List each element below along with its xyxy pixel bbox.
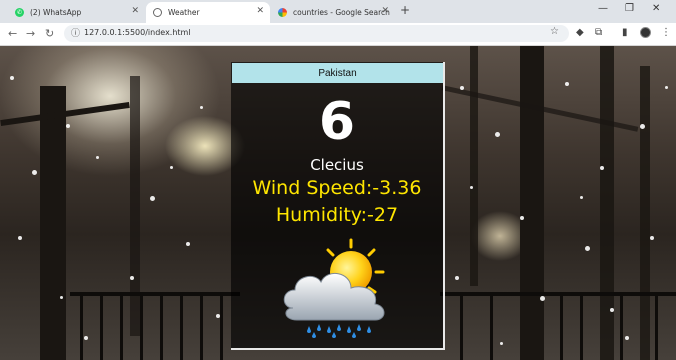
tree-trunk (470, 46, 478, 286)
snowflake (610, 308, 614, 312)
snowflake (580, 196, 583, 199)
back-icon[interactable]: ← (8, 27, 17, 40)
snowflake (565, 82, 569, 86)
snowflake (150, 196, 155, 201)
restore-icon[interactable]: ❐ (625, 3, 634, 14)
snowflake (96, 156, 99, 159)
toolbar: ← → ↻ ⓘ 127.0.0.1:5500/index.html ☆ ◆ ⧉ … (0, 23, 676, 46)
tree-trunk (40, 86, 66, 360)
fence-post (220, 296, 223, 360)
bookmark-star-icon[interactable]: ☆ (550, 26, 559, 37)
snowflake (650, 236, 654, 240)
tab-title: Weather (168, 8, 200, 17)
fence-post (200, 296, 203, 360)
snowflake (500, 342, 503, 345)
snowflake (520, 216, 524, 220)
snowflake (130, 276, 134, 280)
google-icon (278, 8, 287, 17)
address-bar[interactable]: ⓘ 127.0.0.1:5500/index.html ☆ (64, 25, 569, 42)
site-info-icon[interactable]: ⓘ (71, 26, 80, 39)
weather-card: Pakistan 6 Clecius Wind Speed:-3.36 Humi… (231, 62, 445, 350)
fence-post (655, 296, 658, 360)
extension-icon[interactable]: ◆ (576, 27, 584, 38)
snowflake (665, 86, 668, 89)
snowflake (540, 296, 545, 301)
tree-trunk (640, 66, 650, 360)
tree-trunk (600, 46, 614, 360)
tab-whatsapp[interactable]: ✆ (2) WhatsApp ✕ (8, 2, 145, 23)
fence-rail (70, 292, 240, 296)
snowflake (585, 246, 590, 251)
fence-post (180, 296, 183, 360)
fence-post (80, 296, 83, 360)
tab-title: countries - Google Search (293, 8, 390, 17)
snowflake (600, 166, 604, 170)
snowflake (200, 106, 203, 109)
city-header: Pakistan (232, 63, 443, 83)
profile-avatar-icon[interactable] (640, 27, 651, 38)
minimize-icon[interactable]: — (598, 3, 608, 14)
new-tab-button[interactable]: + (400, 3, 410, 17)
close-icon[interactable]: ✕ (131, 6, 139, 16)
tab-weather[interactable]: Weather ✕ (146, 2, 270, 23)
snowflake (216, 314, 220, 318)
snowflake (186, 242, 190, 246)
extensions-puzzle-icon[interactable]: ⧉ (595, 27, 602, 38)
snowflake (495, 132, 500, 137)
tree-trunk (130, 76, 140, 336)
snowflake (18, 236, 22, 240)
snowflake (455, 276, 459, 280)
fence-post (120, 296, 123, 360)
close-icon[interactable]: ✕ (256, 6, 264, 16)
menu-kebab-icon[interactable]: ⋮ (661, 27, 671, 38)
snowflake (625, 336, 629, 340)
fence-post (620, 296, 623, 360)
fence-post (140, 296, 143, 360)
temperature-value: 6 (318, 92, 356, 152)
wind-speed: Wind Speed:-3.36 (252, 177, 422, 199)
whatsapp-icon: ✆ (15, 8, 24, 17)
tab-google-search[interactable]: countries - Google Search ✕ (271, 2, 395, 23)
snowflake (640, 124, 645, 129)
fence-rail (440, 292, 676, 296)
globe-icon (153, 8, 162, 17)
reload-icon[interactable]: ↻ (45, 27, 54, 40)
fence-post (580, 296, 583, 360)
tab-title: (2) WhatsApp (30, 8, 82, 17)
humidity: Humidity:-27 (275, 204, 399, 226)
tree-trunk (520, 46, 544, 360)
snowflake (10, 76, 14, 80)
snowflake (470, 186, 473, 189)
snowflake (170, 166, 173, 169)
fence-post (100, 296, 103, 360)
snowflake (32, 170, 37, 175)
snowflake (460, 86, 464, 90)
snowflake (60, 296, 63, 299)
snowflake (84, 336, 88, 340)
fence-post (460, 296, 463, 360)
fence-post (490, 296, 493, 360)
side-panel-icon[interactable]: ▮ (622, 27, 628, 38)
url-text: 127.0.0.1:5500/index.html (84, 28, 191, 37)
snowflake (66, 124, 70, 128)
close-icon[interactable]: ✕ (381, 6, 389, 16)
fence-post (560, 296, 563, 360)
temperature-unit: Clecius (310, 156, 364, 174)
sun-cloud-rain-icon (283, 238, 385, 338)
tab-strip: ✆ (2) WhatsApp ✕ Weather ✕ countries - G… (0, 0, 676, 23)
forward-icon[interactable]: → (26, 27, 35, 40)
close-window-icon[interactable]: ✕ (652, 3, 660, 14)
fence-post (160, 296, 163, 360)
